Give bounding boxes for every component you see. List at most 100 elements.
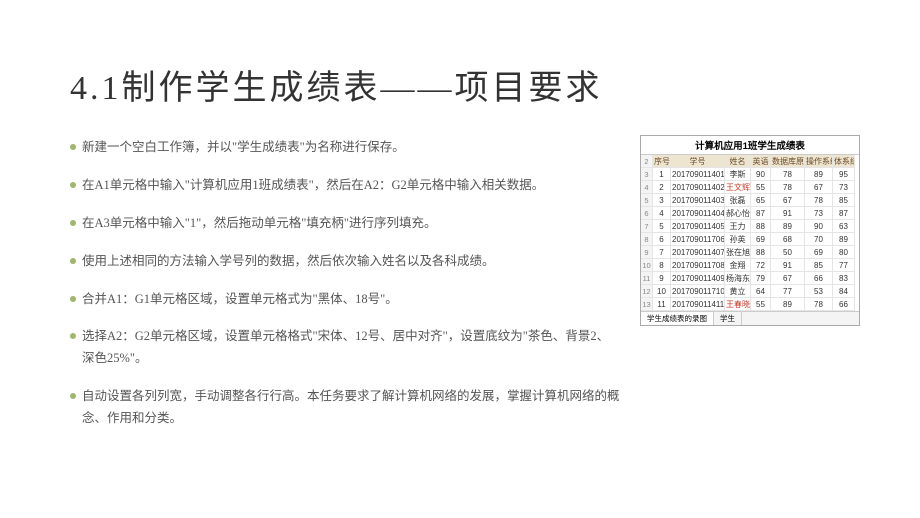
bullet-text: 在A1单元格中输入"计算机应用1班成绩表"，然后在A2：G2单元格中输入相关数据…: [82, 175, 544, 197]
bullet-dot-icon: [70, 182, 76, 188]
column-header: 体系结构: [833, 155, 855, 168]
cell: 69: [805, 246, 833, 259]
cell: 67: [805, 181, 833, 194]
cell: 201709011405: [671, 220, 725, 233]
column-header: 操作系统: [805, 155, 833, 168]
cell: 78: [805, 194, 833, 207]
sheet-tab[interactable]: 学生: [714, 312, 742, 325]
bullet-dot-icon: [70, 258, 76, 264]
cell: 王文辉: [725, 181, 751, 194]
row-number: 7: [641, 220, 653, 233]
column-header: 序号: [653, 155, 671, 168]
cell: 65: [751, 194, 771, 207]
cell: 201709011706: [671, 233, 725, 246]
row-number: 9: [641, 246, 653, 259]
cell: 201709011401: [671, 168, 725, 181]
cell: 201709011402: [671, 181, 725, 194]
column-header: 学号: [671, 155, 725, 168]
bullet-text: 选择A2：G2单元格区域，设置单元格格式"宋体、12号、居中对齐"，设置底纹为"…: [82, 326, 620, 370]
row-number: 3: [641, 168, 653, 181]
bullet-dot-icon: [70, 393, 76, 399]
cell: 87: [833, 207, 855, 220]
cell: 201709011710: [671, 285, 725, 298]
row-number: 13: [641, 298, 653, 311]
cell: 69: [751, 233, 771, 246]
cell: 黄立: [725, 285, 751, 298]
cell: 金翔: [725, 259, 751, 272]
cell: 50: [771, 246, 805, 259]
cell: 88: [751, 220, 771, 233]
cell: 7: [653, 246, 671, 259]
cell: 63: [833, 220, 855, 233]
cell: 83: [833, 272, 855, 285]
cell: 3: [653, 194, 671, 207]
row-number: 6: [641, 207, 653, 220]
content-row: 新建一个空白工作簿，并以"学生成绩表"为名称进行保存。在A1单元格中输入"计算机…: [70, 137, 860, 446]
cell: 79: [751, 272, 771, 285]
cell: 90: [805, 220, 833, 233]
cell: 77: [771, 285, 805, 298]
bullet-item: 合并A1：G1单元格区域，设置单元格式为"黑体、18号"。: [70, 289, 620, 311]
sheet-tab[interactable]: 学生成绩表的录图: [641, 312, 714, 325]
cell: 王春晓: [725, 298, 751, 311]
slide-title: 4.1制作学生成绩表——项目要求: [70, 60, 860, 109]
cell: 1: [653, 168, 671, 181]
cell: 66: [833, 298, 855, 311]
mini-table: 计算机应用1班学生成绩表 2序号学号姓名英语数据库原理操作系统体系结构31201…: [640, 135, 860, 326]
bullet-dot-icon: [70, 333, 76, 339]
cell: 73: [833, 181, 855, 194]
cell: 8: [653, 259, 671, 272]
row-number: 11: [641, 272, 653, 285]
bullet-dot-icon: [70, 296, 76, 302]
row-number: 12: [641, 285, 653, 298]
cell: 89: [771, 298, 805, 311]
mini-table-grid: 2序号学号姓名英语数据库原理操作系统体系结构31201709011401李斯90…: [641, 155, 859, 311]
bullet-item: 在A3单元格中输入"1"，然后拖动单元格"填充柄"进行序列填充。: [70, 213, 620, 235]
cell: 201709011708: [671, 259, 725, 272]
bullet-text: 在A3单元格中输入"1"，然后拖动单元格"填充柄"进行序列填充。: [82, 213, 436, 235]
cell: 张磊: [725, 194, 751, 207]
cell: 4: [653, 207, 671, 220]
cell: 64: [751, 285, 771, 298]
mini-table-title: 计算机应用1班学生成绩表: [641, 136, 859, 155]
bullet-item: 新建一个空白工作簿，并以"学生成绩表"为名称进行保存。: [70, 137, 620, 159]
cell: 67: [771, 272, 805, 285]
bullet-item: 使用上述相同的方法输入学号列的数据，然后依次输入姓名以及各科成绩。: [70, 251, 620, 273]
bullet-text: 合并A1：G1单元格区域，设置单元格式为"黑体、18号"。: [82, 289, 398, 311]
cell: 55: [751, 298, 771, 311]
cell: 201709011411: [671, 298, 725, 311]
slide: 4.1制作学生成绩表——项目要求 新建一个空白工作簿，并以"学生成绩表"为名称进…: [0, 0, 920, 518]
cell: 85: [805, 259, 833, 272]
row-number: 5: [641, 194, 653, 207]
cell: 70: [805, 233, 833, 246]
cell: 88: [751, 246, 771, 259]
cell: 杨海东: [725, 272, 751, 285]
cell: 68: [771, 233, 805, 246]
cell: 80: [833, 246, 855, 259]
cell: 201709011407: [671, 246, 725, 259]
bullet-item: 在A1单元格中输入"计算机应用1班成绩表"，然后在A2：G2单元格中输入相关数据…: [70, 175, 620, 197]
cell: 90: [751, 168, 771, 181]
row-number: 2: [641, 155, 653, 168]
cell: 张在旭: [725, 246, 751, 259]
column-header: 数据库原理: [771, 155, 805, 168]
cell: 201709011404: [671, 207, 725, 220]
bullet-item: 选择A2：G2单元格区域，设置单元格格式"宋体、12号、居中对齐"，设置底纹为"…: [70, 326, 620, 370]
cell: 11: [653, 298, 671, 311]
cell: 87: [751, 207, 771, 220]
cell: 郝心怡: [725, 207, 751, 220]
bullet-text: 自动设置各列列宽，手动调整各行行高。本任务要求了解计算机网络的发展，掌握计算机网…: [82, 386, 620, 430]
bullet-dot-icon: [70, 220, 76, 226]
row-number: 8: [641, 233, 653, 246]
cell: 78: [771, 181, 805, 194]
bullet-text: 使用上述相同的方法输入学号列的数据，然后依次输入姓名以及各科成绩。: [82, 251, 495, 273]
cell: 85: [833, 194, 855, 207]
cell: 9: [653, 272, 671, 285]
cell: 李斯: [725, 168, 751, 181]
cell: 78: [771, 168, 805, 181]
cell: 53: [805, 285, 833, 298]
cell: 201709011403: [671, 194, 725, 207]
cell: 5: [653, 220, 671, 233]
bullet-dot-icon: [70, 144, 76, 150]
spreadsheet-preview: 计算机应用1班学生成绩表 2序号学号姓名英语数据库原理操作系统体系结构31201…: [640, 135, 860, 326]
